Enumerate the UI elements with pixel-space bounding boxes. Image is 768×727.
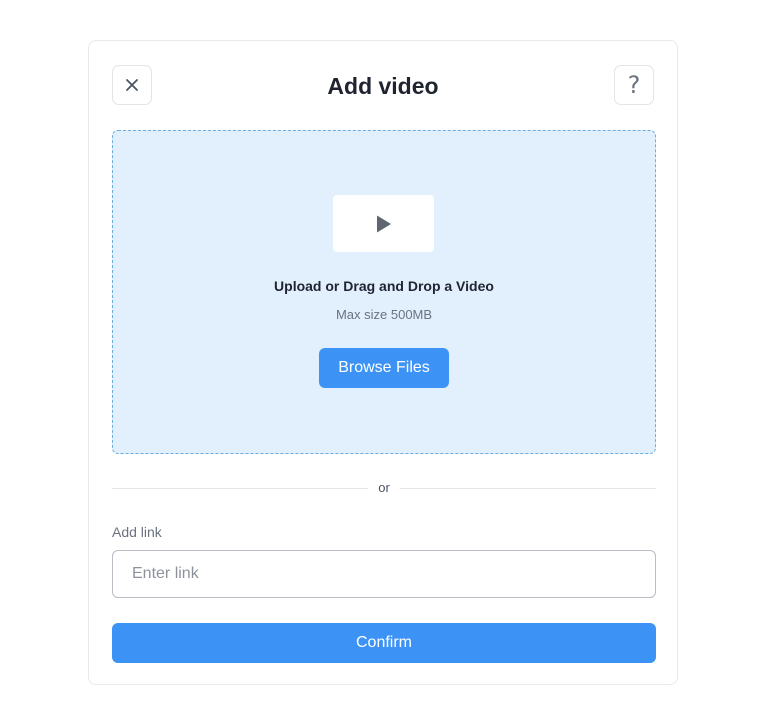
or-divider: or <box>112 478 656 498</box>
browse-files-button[interactable]: Browse Files <box>319 348 449 388</box>
dialog-title: Add video <box>327 73 439 99</box>
video-dropzone[interactable]: Upload or Drag and Drop a Video Max size… <box>112 130 656 454</box>
divider-label: or <box>378 480 390 495</box>
video-placeholder-tile <box>333 195 434 252</box>
dropzone-heading: Upload or Drag and Drop a Video <box>274 278 494 294</box>
link-input[interactable] <box>112 550 656 598</box>
help-icon: ? <box>627 71 641 99</box>
confirm-button[interactable]: Confirm <box>112 623 656 663</box>
max-size-note: Max size 500MB <box>335 307 433 322</box>
add-video-dialog: Add video ? Upload or Drag and Drop a Vi… <box>88 40 678 685</box>
play-icon <box>376 215 391 232</box>
divider-line-left <box>112 488 368 489</box>
divider-line-right <box>400 488 656 489</box>
help-button[interactable]: ? <box>614 65 654 105</box>
add-link-label: Add link <box>112 524 162 540</box>
